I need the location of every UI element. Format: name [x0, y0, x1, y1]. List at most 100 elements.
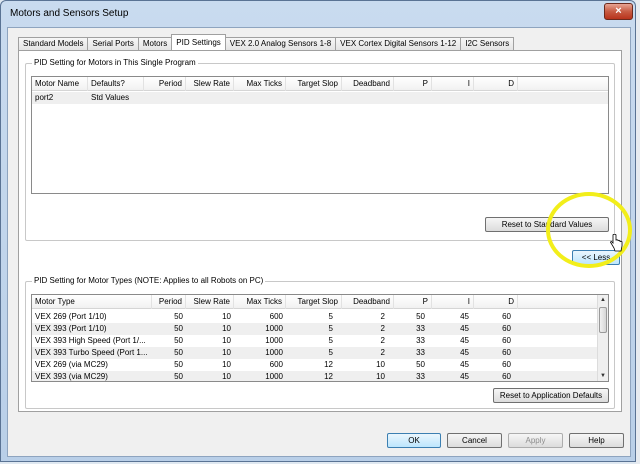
tab-pid-settings[interactable]: PID Settings	[171, 34, 226, 50]
help-button[interactable]: Help	[569, 433, 624, 448]
tab-motors[interactable]: Motors	[137, 37, 173, 50]
period-cell[interactable]: 50	[152, 359, 186, 371]
column-header-i[interactable]: I	[432, 295, 474, 309]
slew-rate-cell[interactable]: 10	[186, 311, 234, 323]
motor-type-cell[interactable]: VEX 393 High Speed (Port 1/...	[32, 335, 152, 347]
motor-type-cell[interactable]: VEX 393 Turbo Speed (Port 1...	[32, 347, 152, 359]
tab-i2c-sensors[interactable]: I2C Sensors	[460, 37, 515, 50]
column-header-target-slop[interactable]: Target Slop	[286, 77, 342, 91]
target-slop-cell[interactable]: 5	[286, 311, 336, 323]
deadband-cell[interactable]: 2	[342, 335, 388, 347]
max-ticks-cell[interactable]: 1000	[234, 335, 286, 347]
motor-types-pid-table[interactable]: Motor Type Period Slew Rate Max Ticks Ta…	[31, 294, 609, 382]
target-slop-cell[interactable]: 5	[286, 335, 336, 347]
tab-vex-digital-sensors[interactable]: VEX Cortex Digital Sensors 1-12	[335, 37, 462, 50]
column-header-period[interactable]: Period	[144, 77, 186, 91]
i-cell[interactable]: 45	[432, 359, 472, 371]
target-slop-cell[interactable]: 12	[286, 371, 336, 381]
deadband-cell[interactable]: 2	[342, 347, 388, 359]
d-cell[interactable]: 60	[474, 359, 514, 371]
defaults-cell[interactable]: Std Values	[88, 92, 148, 104]
less-button[interactable]: << Less	[572, 250, 620, 265]
period-cell[interactable]: 50	[152, 323, 186, 335]
table-row[interactable]: VEX 269 (via MC29) 50 10 600 12 10 50 45…	[32, 359, 608, 371]
i-cell[interactable]: 45	[432, 335, 472, 347]
ok-button[interactable]: OK	[387, 433, 441, 448]
column-header-d[interactable]: D	[474, 295, 518, 309]
period-cell[interactable]: 50	[152, 371, 186, 381]
d-cell[interactable]: 60	[474, 347, 514, 359]
max-ticks-cell[interactable]: 1000	[234, 323, 286, 335]
i-cell[interactable]: 45	[432, 311, 472, 323]
column-header-max-ticks[interactable]: Max Ticks	[234, 77, 286, 91]
max-ticks-cell[interactable]: 600	[234, 311, 286, 323]
tab-vex-analog-sensors[interactable]: VEX 2.0 Analog Sensors 1-8	[224, 37, 337, 50]
slew-rate-cell[interactable]: 10	[186, 359, 234, 371]
apply-button[interactable]: Apply	[508, 433, 563, 448]
table-row[interactable]: VEX 393 High Speed (Port 1/... 50 10 100…	[32, 335, 608, 347]
motors-pid-table[interactable]: Motor Name Defaults? Period Slew Rate Ma…	[31, 76, 609, 194]
slew-rate-cell[interactable]: 10	[186, 335, 234, 347]
column-header-d[interactable]: D	[474, 77, 518, 91]
p-cell[interactable]: 50	[394, 359, 428, 371]
column-header-deadband[interactable]: Deadband	[342, 295, 394, 309]
column-header-motor-name[interactable]: Motor Name	[32, 77, 88, 91]
target-slop-cell[interactable]: 5	[286, 347, 336, 359]
target-slop-cell[interactable]: 5	[286, 323, 336, 335]
close-button[interactable]: ×	[604, 3, 633, 20]
column-header-p[interactable]: P	[394, 77, 432, 91]
deadband-cell[interactable]: 10	[342, 359, 388, 371]
p-cell[interactable]: 33	[394, 335, 428, 347]
table-row[interactable]: VEX 393 (via MC29) 50 10 1000 12 10 33 4…	[32, 371, 608, 381]
i-cell[interactable]: 45	[432, 347, 472, 359]
period-cell[interactable]: 50	[152, 311, 186, 323]
d-cell[interactable]: 60	[474, 323, 514, 335]
motor-types-scrollbar[interactable]: ▲ ▼	[597, 295, 608, 381]
motor-type-cell[interactable]: VEX 393 (via MC29)	[32, 371, 152, 381]
target-slop-cell[interactable]: 12	[286, 359, 336, 371]
deadband-cell[interactable]: 2	[342, 323, 388, 335]
d-cell[interactable]: 60	[474, 371, 514, 381]
i-cell[interactable]: 45	[432, 371, 472, 381]
motor-type-cell[interactable]: VEX 269 (via MC29)	[32, 359, 152, 371]
table-row[interactable]: VEX 393 Turbo Speed (Port 1... 50 10 100…	[32, 347, 608, 359]
column-header-deadband[interactable]: Deadband	[342, 77, 394, 91]
tab-serial-ports[interactable]: Serial Ports	[87, 37, 139, 50]
column-header-slew-rate[interactable]: Slew Rate	[186, 295, 234, 309]
p-cell[interactable]: 33	[394, 347, 428, 359]
column-header-defaults[interactable]: Defaults?	[88, 77, 144, 91]
column-header-p[interactable]: P	[394, 295, 432, 309]
max-ticks-cell[interactable]: 1000	[234, 371, 286, 381]
d-cell[interactable]: 60	[474, 311, 514, 323]
table-row[interactable]: VEX 269 (Port 1/10) 50 10 600 5 2 50 45 …	[32, 311, 608, 323]
slew-rate-cell[interactable]: 10	[186, 347, 234, 359]
table-row[interactable]: VEX 393 (Port 1/10) 50 10 1000 5 2 33 45…	[32, 323, 608, 335]
p-cell[interactable]: 50	[394, 311, 428, 323]
scroll-up-arrow-icon[interactable]: ▲	[598, 295, 608, 305]
p-cell[interactable]: 33	[394, 371, 428, 381]
column-header-slew-rate[interactable]: Slew Rate	[186, 77, 234, 91]
reset-application-defaults-button[interactable]: Reset to Application Defaults	[493, 388, 609, 403]
column-header-motor-type[interactable]: Motor Type	[32, 295, 152, 309]
d-cell[interactable]: 60	[474, 335, 514, 347]
column-header-i[interactable]: I	[432, 77, 474, 91]
p-cell[interactable]: 33	[394, 323, 428, 335]
tab-standard-models[interactable]: Standard Models	[18, 37, 89, 50]
table-row[interactable]: port2 Std Values	[32, 92, 608, 104]
cancel-button[interactable]: Cancel	[447, 433, 502, 448]
slew-rate-cell[interactable]: 10	[186, 323, 234, 335]
max-ticks-cell[interactable]: 1000	[234, 347, 286, 359]
column-header-period[interactable]: Period	[152, 295, 186, 309]
motor-name-cell[interactable]: port2	[32, 92, 88, 104]
i-cell[interactable]: 45	[432, 323, 472, 335]
period-cell[interactable]: 50	[152, 347, 186, 359]
deadband-cell[interactable]: 10	[342, 371, 388, 381]
column-header-max-ticks[interactable]: Max Ticks	[234, 295, 286, 309]
column-header-target-slop[interactable]: Target Slop	[286, 295, 342, 309]
scroll-down-arrow-icon[interactable]: ▼	[598, 371, 608, 381]
reset-standard-values-button[interactable]: Reset to Standard Values	[485, 217, 609, 232]
period-cell[interactable]: 50	[152, 335, 186, 347]
scrollbar-thumb[interactable]	[599, 307, 607, 333]
motor-type-cell[interactable]: VEX 269 (Port 1/10)	[32, 311, 152, 323]
deadband-cell[interactable]: 2	[342, 311, 388, 323]
